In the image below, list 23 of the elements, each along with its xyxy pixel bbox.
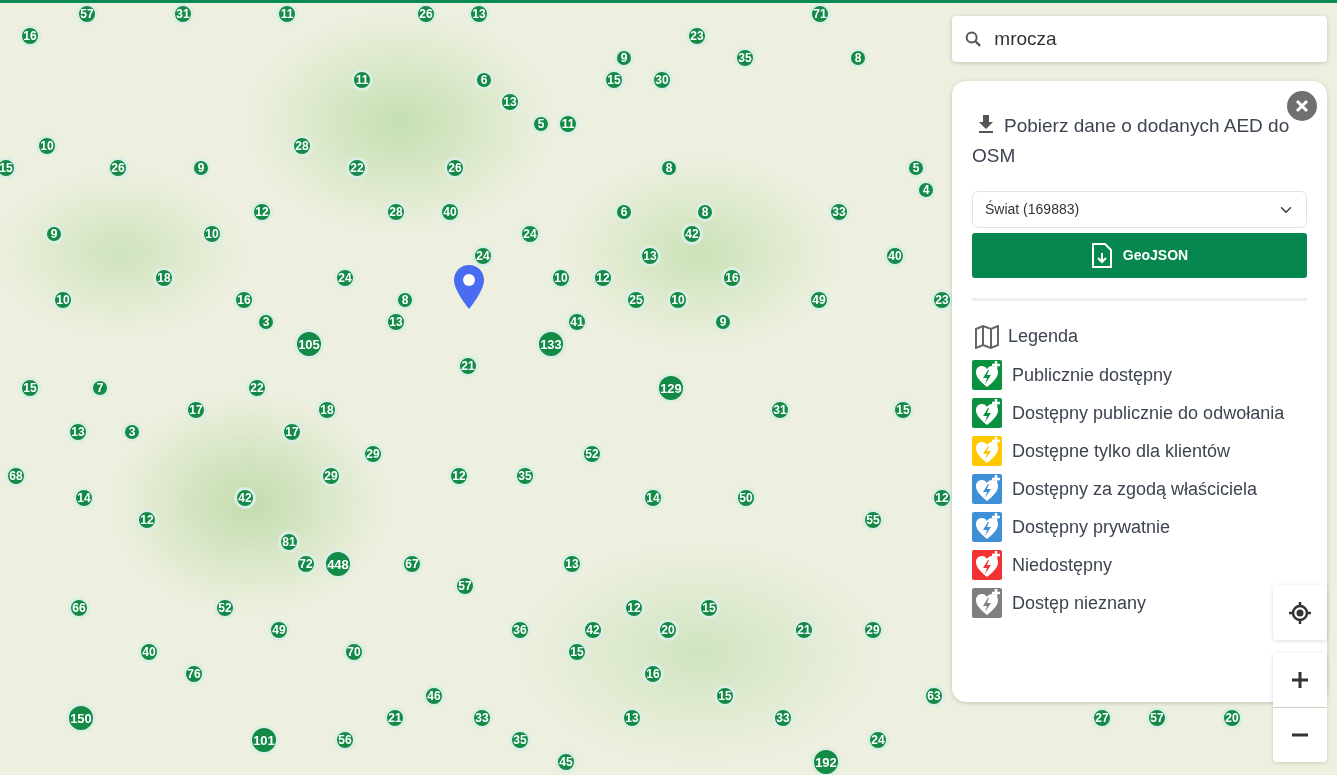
zoom-in-button[interactable] [1273,653,1327,707]
legend-label: Dostępny za zgodą właściciela [1012,478,1258,501]
legend-label: Dostępny prywatnie [1012,516,1171,539]
minus-icon [1291,733,1309,737]
close-button[interactable] [1287,91,1317,121]
geojson-download-button[interactable]: GeoJSON [972,233,1307,278]
crosshair-icon [1288,600,1312,625]
locate-button[interactable] [1273,585,1327,640]
legend-label: Dostępny publicznie do odwołania [1012,402,1285,425]
region-select[interactable]: Świat (169883) [972,191,1307,228]
panel-title: Pobierz dane o dodanych AED do OSM [972,113,1291,168]
close-icon [1295,99,1309,113]
legend-label: Publicznie dostępny [1012,364,1173,387]
legend-label: Niedostępny [1012,554,1113,577]
plus-icon [1291,671,1309,689]
file-download-icon [1090,242,1113,269]
map-icon [974,324,1000,349]
legend-label: Dostępne tylko dla klientów [1012,440,1231,463]
legend-label: Dostęp nieznany [1012,592,1147,615]
search-icon [964,29,983,49]
download-icon [976,114,996,134]
legend-title: Legenda [1008,325,1079,348]
location-pin-icon [453,265,485,309]
